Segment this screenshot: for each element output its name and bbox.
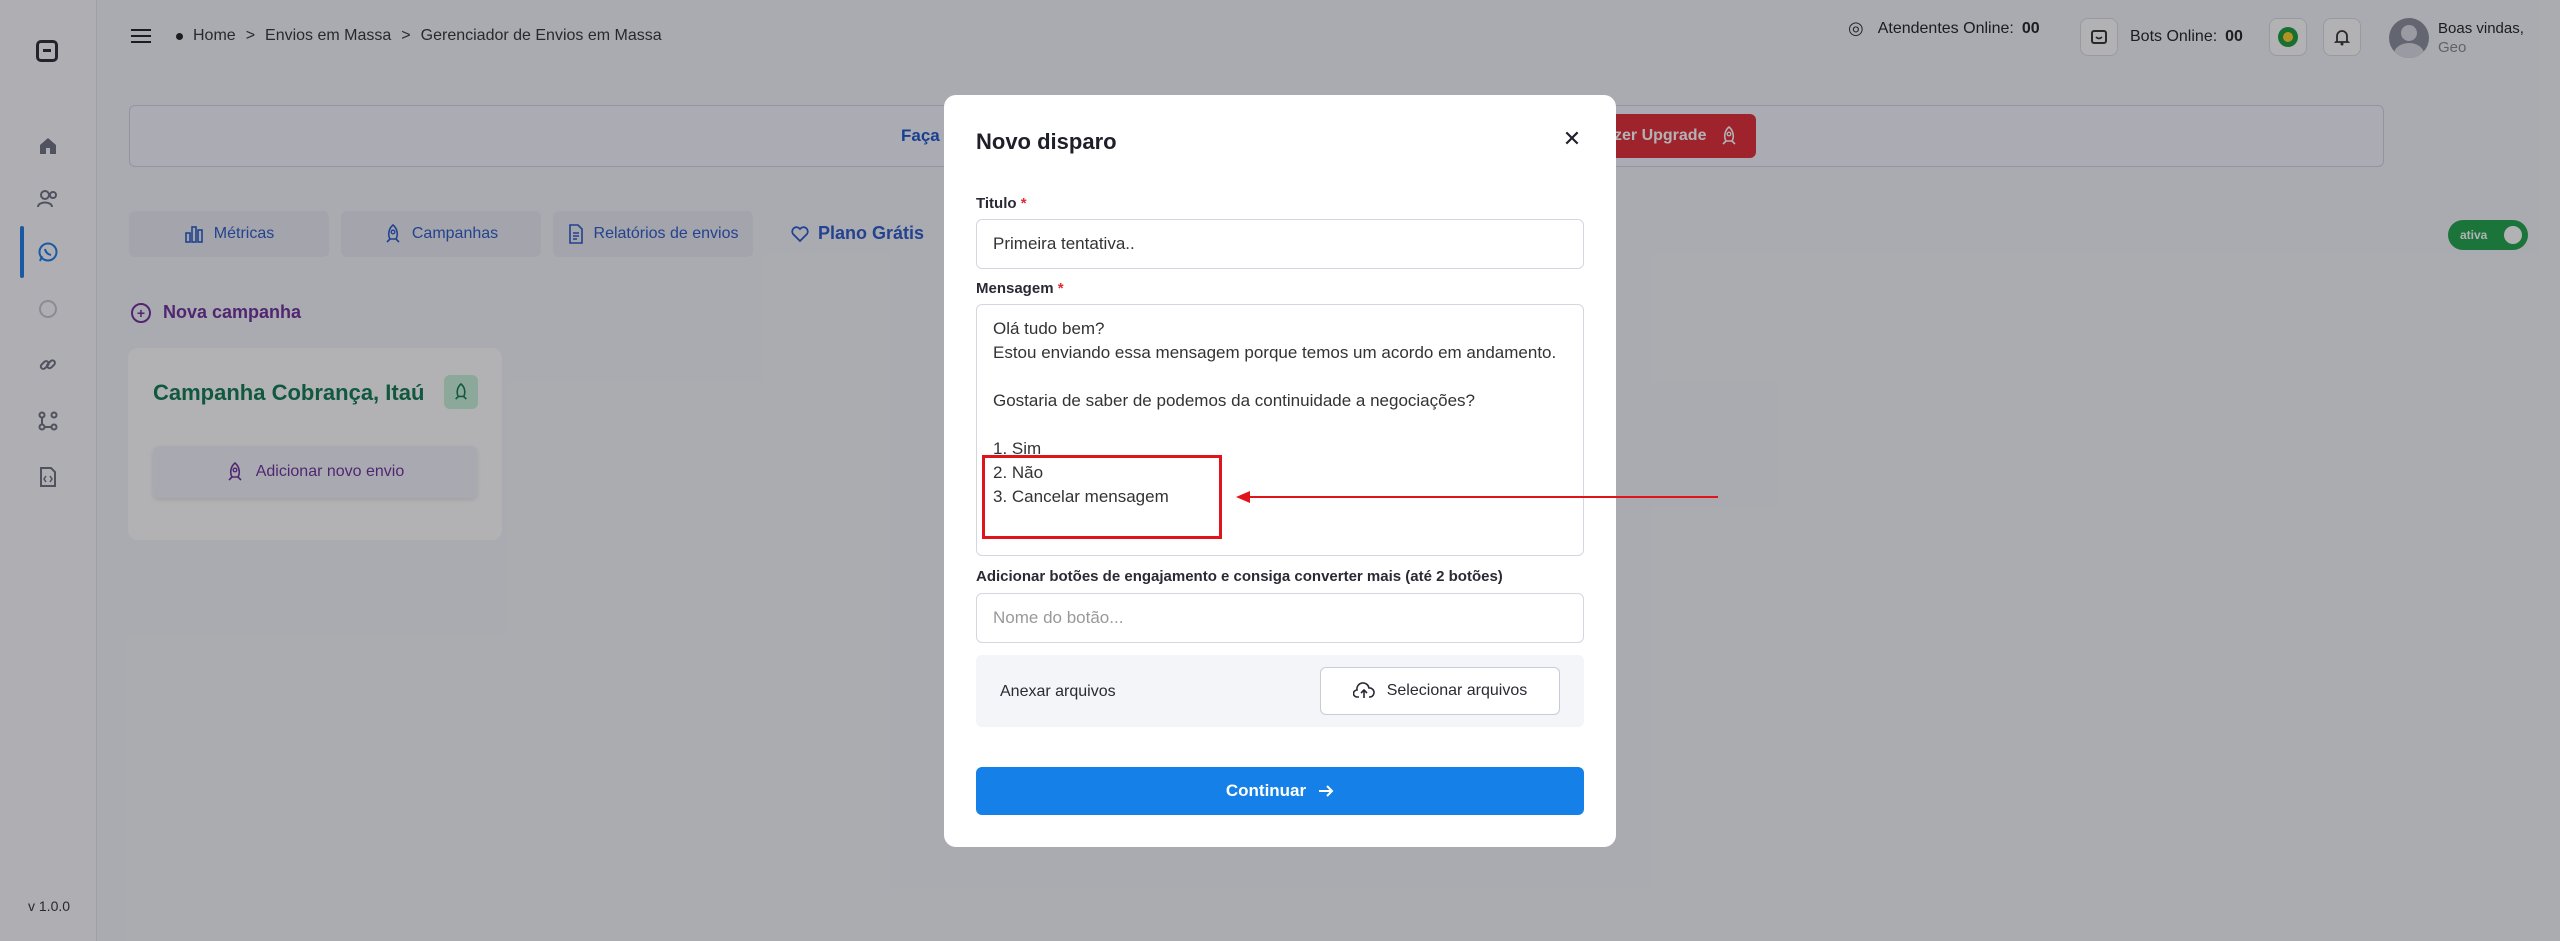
cloud-upload-icon (1352, 682, 1375, 698)
attach-label: Anexar arquivos (1000, 683, 1116, 700)
continue-button[interactable]: Continuar (976, 767, 1584, 815)
title-input[interactable]: Primeira tentativa.. (976, 219, 1584, 269)
engagement-buttons-label: Adicionar botões de engajamento e consig… (976, 568, 1503, 585)
message-label: Mensagem * (976, 280, 1064, 297)
attach-section: Anexar arquivos Selecionar arquivos (976, 655, 1584, 727)
modal-title: Novo disparo (976, 129, 1117, 154)
annotation-highlight-box (982, 455, 1222, 539)
arrow-right-icon (1319, 785, 1334, 797)
close-icon[interactable]: ✕ (1560, 127, 1584, 151)
annotation-arrow (1236, 491, 1718, 503)
title-label: Titulo * (976, 195, 1027, 212)
continue-label: Continuar (1225, 781, 1307, 800)
select-files-button[interactable]: Selecionar arquivos (1320, 667, 1560, 715)
button-name-input[interactable]: Nome do botão... (976, 593, 1584, 643)
select-files-label: Selecionar arquivos (1386, 682, 1528, 699)
